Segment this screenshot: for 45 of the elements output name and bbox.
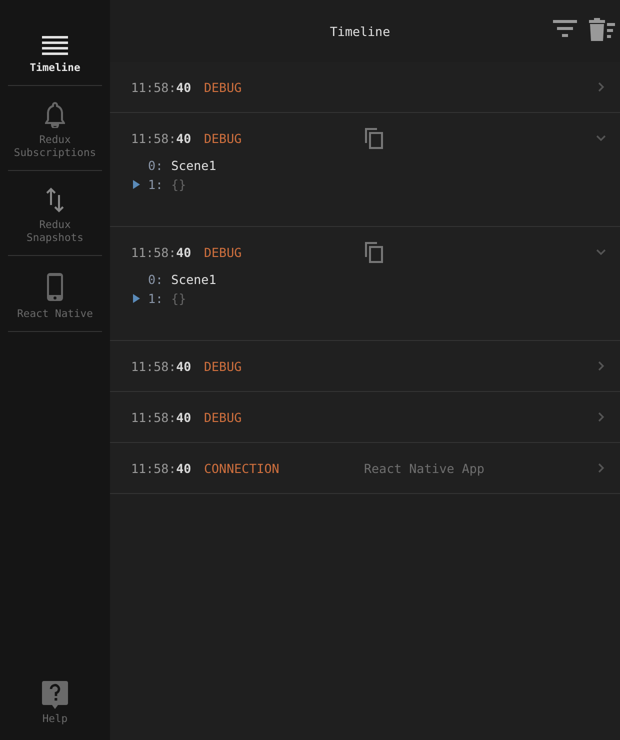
payload-value: Scene1 bbox=[171, 272, 216, 287]
event-type: DEBUG bbox=[204, 358, 243, 374]
payload-value: {} bbox=[171, 177, 186, 192]
payload-value: Scene1 bbox=[171, 158, 216, 173]
menu-icon bbox=[42, 36, 68, 56]
chevron-right-icon[interactable] bbox=[596, 412, 606, 422]
event-type: DEBUG bbox=[204, 244, 243, 260]
event-time: 11:58:40 bbox=[131, 244, 192, 260]
copy-icon[interactable] bbox=[364, 241, 384, 263]
help-icon bbox=[42, 681, 68, 709]
event-type: DEBUG bbox=[204, 80, 243, 94]
phone-icon bbox=[46, 272, 64, 302]
chevron-right-icon[interactable] bbox=[596, 361, 606, 371]
expand-triangle-icon[interactable] bbox=[132, 294, 141, 303]
payload-key: 1: bbox=[148, 291, 164, 306]
copy-icon[interactable] bbox=[364, 127, 384, 149]
clear-button[interactable] bbox=[588, 18, 616, 42]
swap-arrows-icon bbox=[45, 187, 65, 213]
chevron-down-icon[interactable] bbox=[596, 133, 606, 143]
event-type: CONNECTION bbox=[204, 460, 280, 476]
chevron-down-icon[interactable] bbox=[596, 247, 606, 257]
sidebar-tab[interactable]: Redux Subscriptions bbox=[8, 86, 102, 171]
bell-icon bbox=[45, 102, 65, 128]
payload-key: 0: bbox=[148, 272, 164, 287]
page-title: Timeline bbox=[330, 24, 390, 38]
help-button[interactable]: Help bbox=[36, 680, 74, 726]
payload-key: 0: bbox=[148, 158, 164, 173]
chevron-right-icon[interactable] bbox=[596, 463, 606, 473]
event-time: 11:58:40 bbox=[131, 460, 192, 476]
event-type: DEBUG bbox=[204, 130, 243, 146]
trash-icon bbox=[588, 18, 616, 42]
payload-value: {} bbox=[171, 291, 186, 306]
sidebar-tab[interactable]: Timeline bbox=[8, 0, 102, 86]
event-time: 11:58:40 bbox=[131, 358, 192, 374]
expand-triangle-icon[interactable] bbox=[132, 180, 141, 189]
event-time: 11:58:40 bbox=[131, 410, 192, 424]
event-summary: React Native App bbox=[364, 460, 484, 476]
event-time: 11:58:40 bbox=[131, 80, 192, 94]
event-type: DEBUG bbox=[204, 410, 243, 424]
event-time: 11:58:40 bbox=[131, 130, 192, 146]
sidebar-tab[interactable]: React Native bbox=[8, 256, 102, 332]
filter-icon bbox=[552, 18, 578, 38]
payload-key: 1: bbox=[148, 177, 164, 192]
chevron-right-icon[interactable] bbox=[596, 82, 606, 92]
sidebar-tab[interactable]: Redux Snapshots bbox=[8, 171, 102, 256]
